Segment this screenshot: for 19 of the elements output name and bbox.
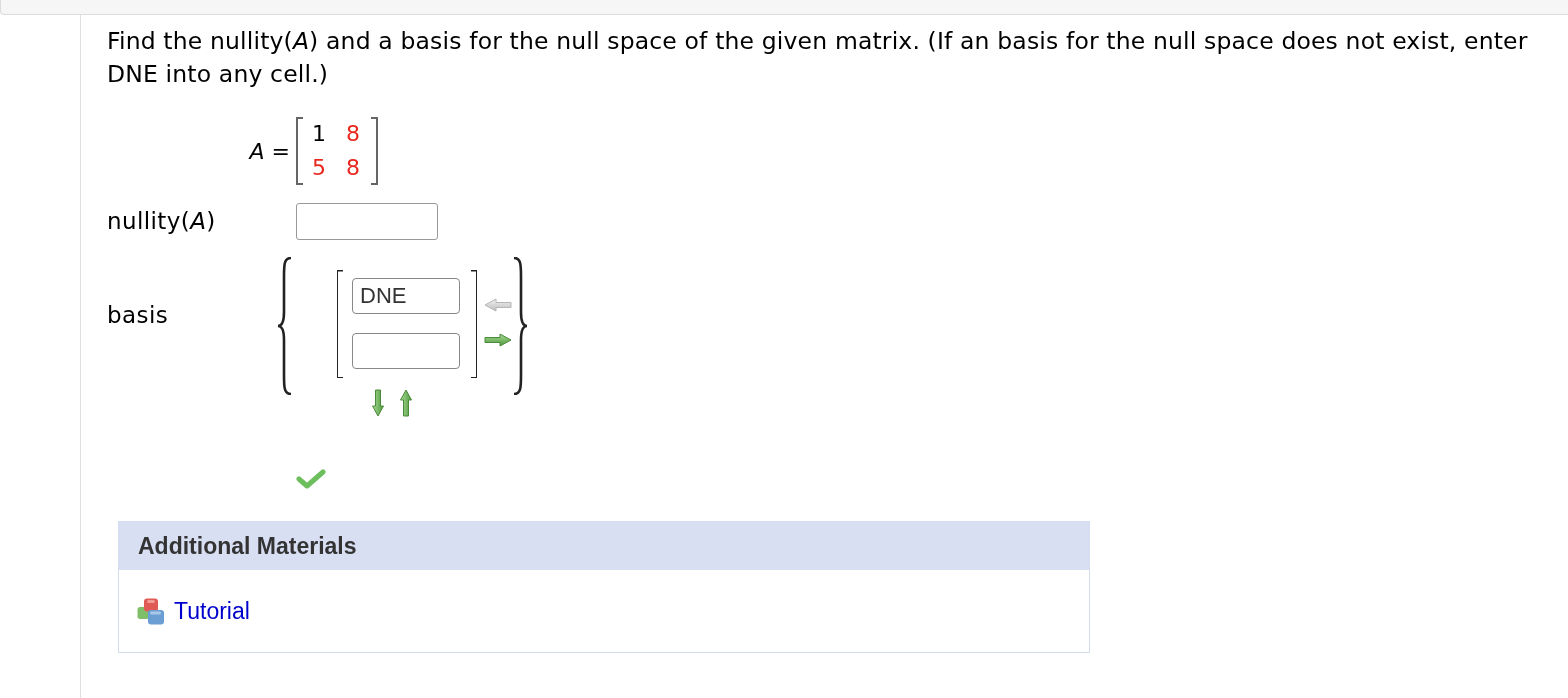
input-field[interactable] <box>352 333 460 369</box>
input-field[interactable]: DNE <box>352 278 460 314</box>
cubes-icon <box>137 597 165 625</box>
matrix-label: A = <box>247 138 290 164</box>
matrix-entry: 8 <box>346 154 360 182</box>
matrix-entry: 5 <box>312 154 326 182</box>
field-label: basis <box>107 301 170 330</box>
question-text: Find the nullity(A) and a basis for the null space of the given matrix. (If an basis for the null space does not exist, enter DNE into any cell.) <box>107 26 1529 90</box>
matrix-entry: 1 <box>312 120 326 148</box>
down-arrow-icon[interactable] <box>371 389 385 417</box>
answer-field[interactable] <box>296 203 438 240</box>
curly-brace-icon <box>512 257 528 395</box>
up-arrow-icon[interactable] <box>399 389 413 417</box>
curly-brace-icon <box>277 257 293 395</box>
right-arrow-icon[interactable] <box>484 333 512 347</box>
matrix-entry: 8 <box>346 120 360 148</box>
field-label: nullity(A) <box>107 207 217 236</box>
tutorial-link[interactable]: Tutorial <box>174 597 250 625</box>
section-header: Additional Materials <box>119 522 1089 570</box>
